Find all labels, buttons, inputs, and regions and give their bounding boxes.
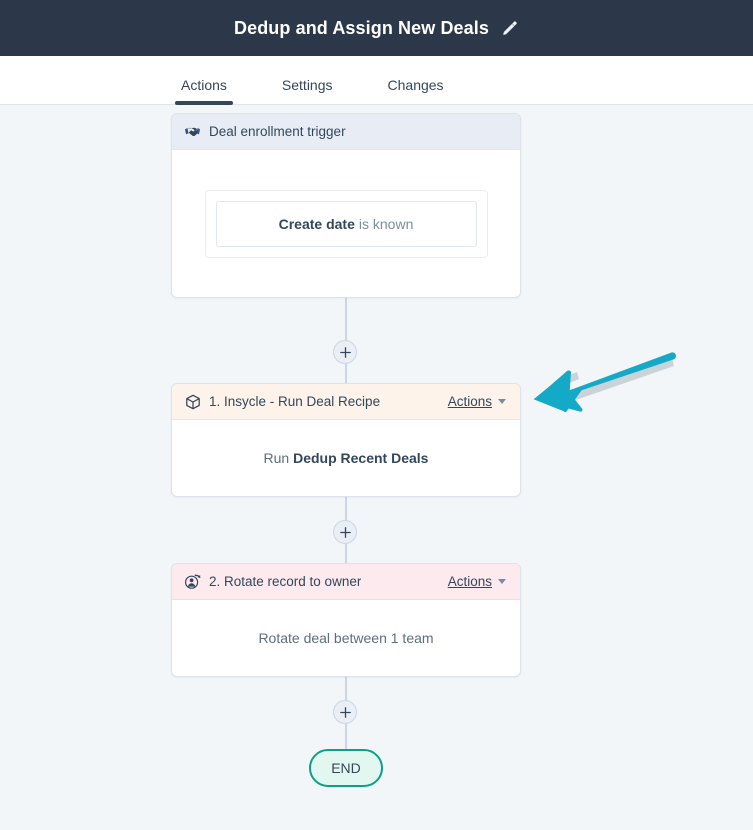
- tab-settings-label: Settings: [281, 77, 333, 93]
- tab-actions-label: Actions: [181, 77, 227, 93]
- end-node-label: END: [331, 760, 361, 776]
- trigger-card-title: Deal enrollment trigger: [209, 124, 346, 139]
- connector-line: [345, 297, 347, 342]
- end-node: END: [309, 749, 383, 787]
- chevron-down-icon: [498, 579, 506, 584]
- step-card-1-actions-label: Actions: [447, 394, 492, 409]
- step-card-2[interactable]: 2. Rotate record to owner Actions Rotate…: [171, 563, 521, 677]
- step-card-1-body-prefix: Run: [263, 450, 290, 466]
- step-card-1-header: 1. Insycle - Run Deal Recipe Actions: [172, 384, 520, 420]
- trigger-card[interactable]: Deal enrollment trigger Create date is k…: [171, 113, 521, 298]
- step-card-1-actions-menu[interactable]: Actions: [448, 394, 506, 409]
- step-card-1[interactable]: 1. Insycle - Run Deal Recipe Actions Run…: [171, 383, 521, 497]
- step-card-1-body: Run Dedup Recent Deals: [172, 420, 520, 496]
- step-card-2-title: 2. Rotate record to owner: [209, 574, 362, 589]
- handshake-icon: [184, 123, 201, 140]
- plus-icon: [339, 706, 351, 718]
- tab-bar: Actions Settings Changes: [0, 56, 753, 105]
- tab-changes[interactable]: Changes: [388, 77, 444, 104]
- tab-settings[interactable]: Settings: [282, 77, 333, 104]
- add-step-button[interactable]: [333, 520, 357, 544]
- rotate-owner-icon: [184, 573, 201, 590]
- connector-line: [345, 721, 347, 749]
- page-title: Dedup and Assign New Deals: [234, 17, 489, 38]
- trigger-filter-operator: is known: [358, 215, 414, 232]
- add-step-button[interactable]: [333, 340, 357, 364]
- chevron-down-icon: [498, 399, 506, 404]
- step-card-1-body-strong: Dedup Recent Deals: [293, 450, 429, 466]
- step-card-2-body-text: Rotate deal between 1 team: [258, 630, 434, 646]
- tab-changes-label: Changes: [387, 77, 444, 93]
- tab-actions[interactable]: Actions: [175, 77, 233, 105]
- app-header: Dedup and Assign New Deals: [0, 0, 753, 56]
- trigger-filter-property: Create date: [278, 215, 355, 232]
- annotation-arrow: [533, 352, 677, 413]
- step-card-2-actions-menu[interactable]: Actions: [448, 574, 506, 589]
- add-step-button[interactable]: [333, 700, 357, 724]
- trigger-filter[interactable]: Create date is known: [215, 200, 477, 247]
- plus-icon: [339, 526, 351, 538]
- connector-line: [345, 541, 347, 563]
- step-card-2-body: Rotate deal between 1 team: [172, 600, 520, 676]
- trigger-card-header: Deal enrollment trigger: [172, 114, 520, 150]
- trigger-card-body: Create date is known: [172, 150, 520, 297]
- pencil-icon[interactable]: [501, 19, 519, 37]
- workflow-canvas: Deal enrollment trigger Create date is k…: [0, 105, 753, 830]
- step-card-1-title: 1. Insycle - Run Deal Recipe: [209, 394, 381, 409]
- step-card-2-header: 2. Rotate record to owner Actions: [172, 564, 520, 600]
- trigger-filter-group[interactable]: Create date is known: [204, 189, 488, 258]
- cube-icon: [184, 393, 201, 410]
- step-card-2-actions-label: Actions: [447, 574, 492, 589]
- plus-icon: [339, 346, 351, 358]
